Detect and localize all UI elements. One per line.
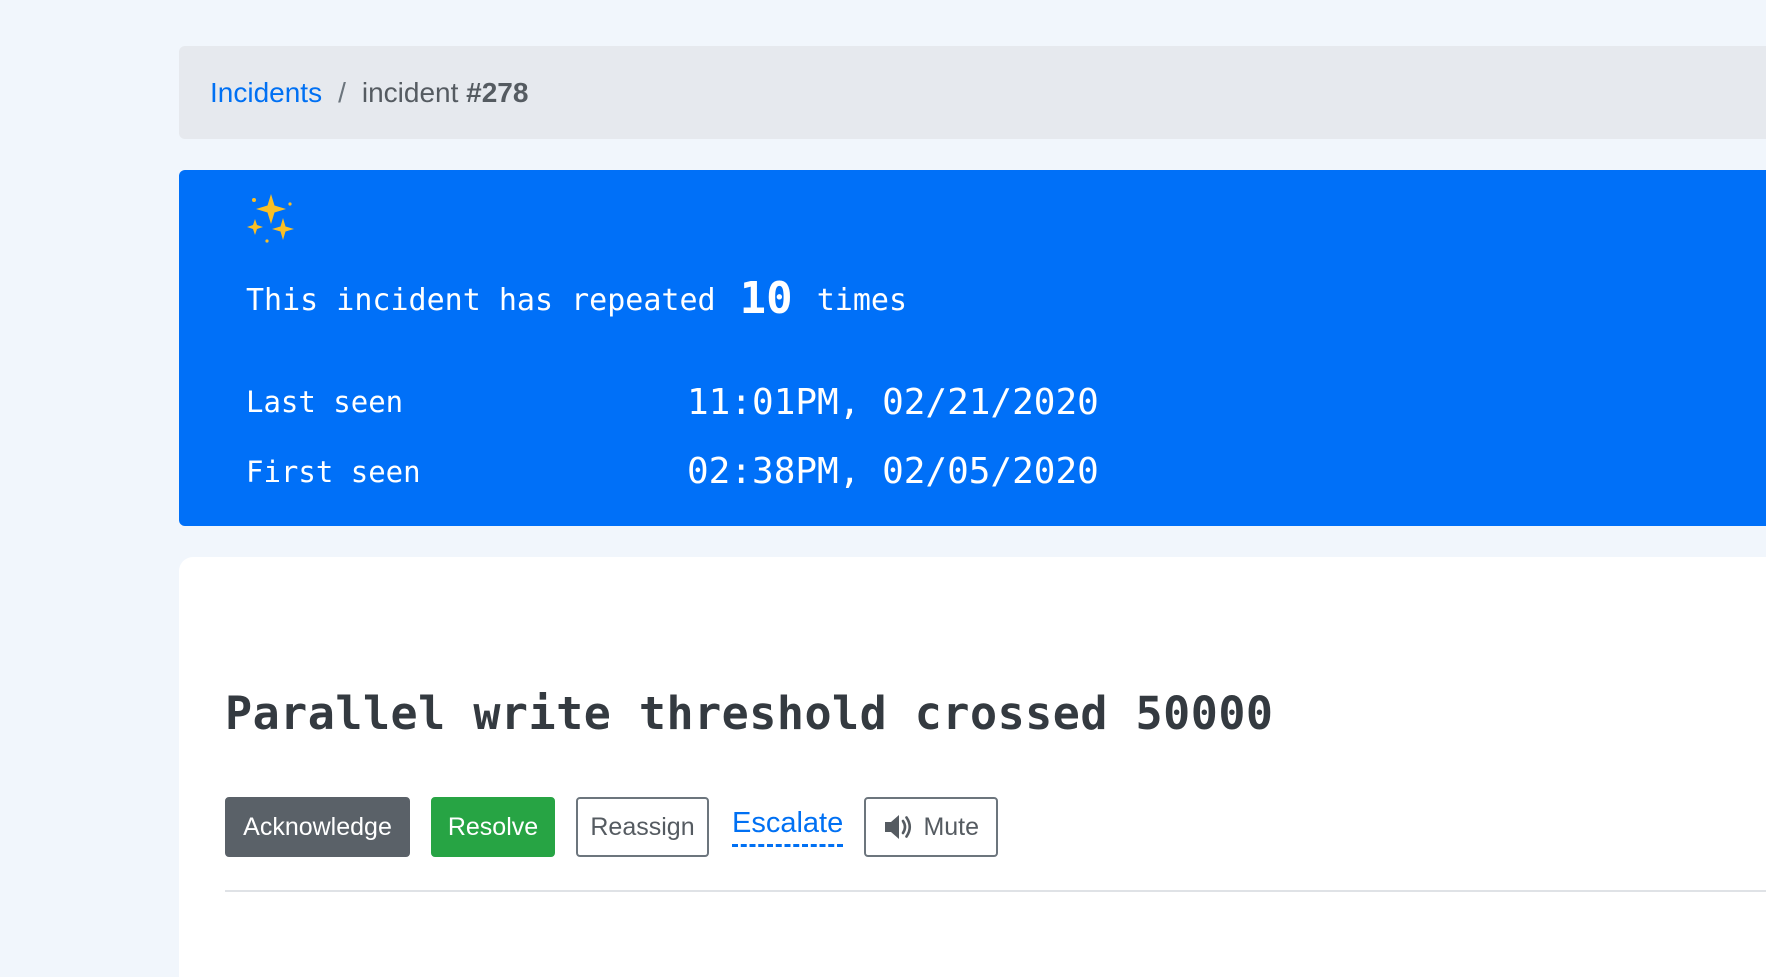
breadcrumb-incident-id: #278 bbox=[466, 76, 529, 108]
incident-actions: Acknowledge Resolve Reassign Escalate Mu… bbox=[225, 797, 999, 857]
last-seen-value: 11:01PM, 02/21/2020 bbox=[687, 382, 1099, 423]
repeat-prefix: This incident has repeated bbox=[246, 283, 716, 318]
first-seen-label: First seen bbox=[246, 455, 421, 489]
escalate-link[interactable]: Escalate bbox=[732, 807, 844, 847]
mute-label: Mute bbox=[923, 812, 980, 841]
repeat-summary: This incident has repeated 10 times bbox=[246, 270, 908, 324]
mute-button[interactable]: Mute bbox=[864, 797, 999, 857]
breadcrumb: Incidents / incident #278 bbox=[179, 46, 1766, 139]
acknowledge-button[interactable]: Acknowledge bbox=[225, 797, 410, 857]
breadcrumb-separator: / bbox=[338, 76, 346, 108]
resolve-button[interactable]: Resolve bbox=[431, 797, 555, 857]
repeat-suffix: times bbox=[816, 283, 908, 318]
reassign-button[interactable]: Reassign bbox=[576, 797, 709, 857]
repeat-banner: This incident has repeated 10 times Last… bbox=[179, 170, 1766, 526]
breadcrumb-incidents-link[interactable]: Incidents bbox=[210, 77, 322, 109]
last-seen-label: Last seen bbox=[246, 385, 404, 419]
sparkles-icon bbox=[247, 194, 294, 243]
speaker-icon bbox=[885, 815, 912, 839]
repeat-count: 10 bbox=[739, 273, 793, 324]
section-divider bbox=[225, 890, 1766, 892]
breadcrumb-current-prefix: incident bbox=[361, 76, 459, 108]
incident-title: Parallel write threshold crossed 50000 bbox=[225, 687, 1274, 740]
incident-card: Parallel write threshold crossed 50000 A… bbox=[179, 557, 1766, 977]
first-seen-value: 02:38PM, 02/05/2020 bbox=[687, 451, 1099, 492]
